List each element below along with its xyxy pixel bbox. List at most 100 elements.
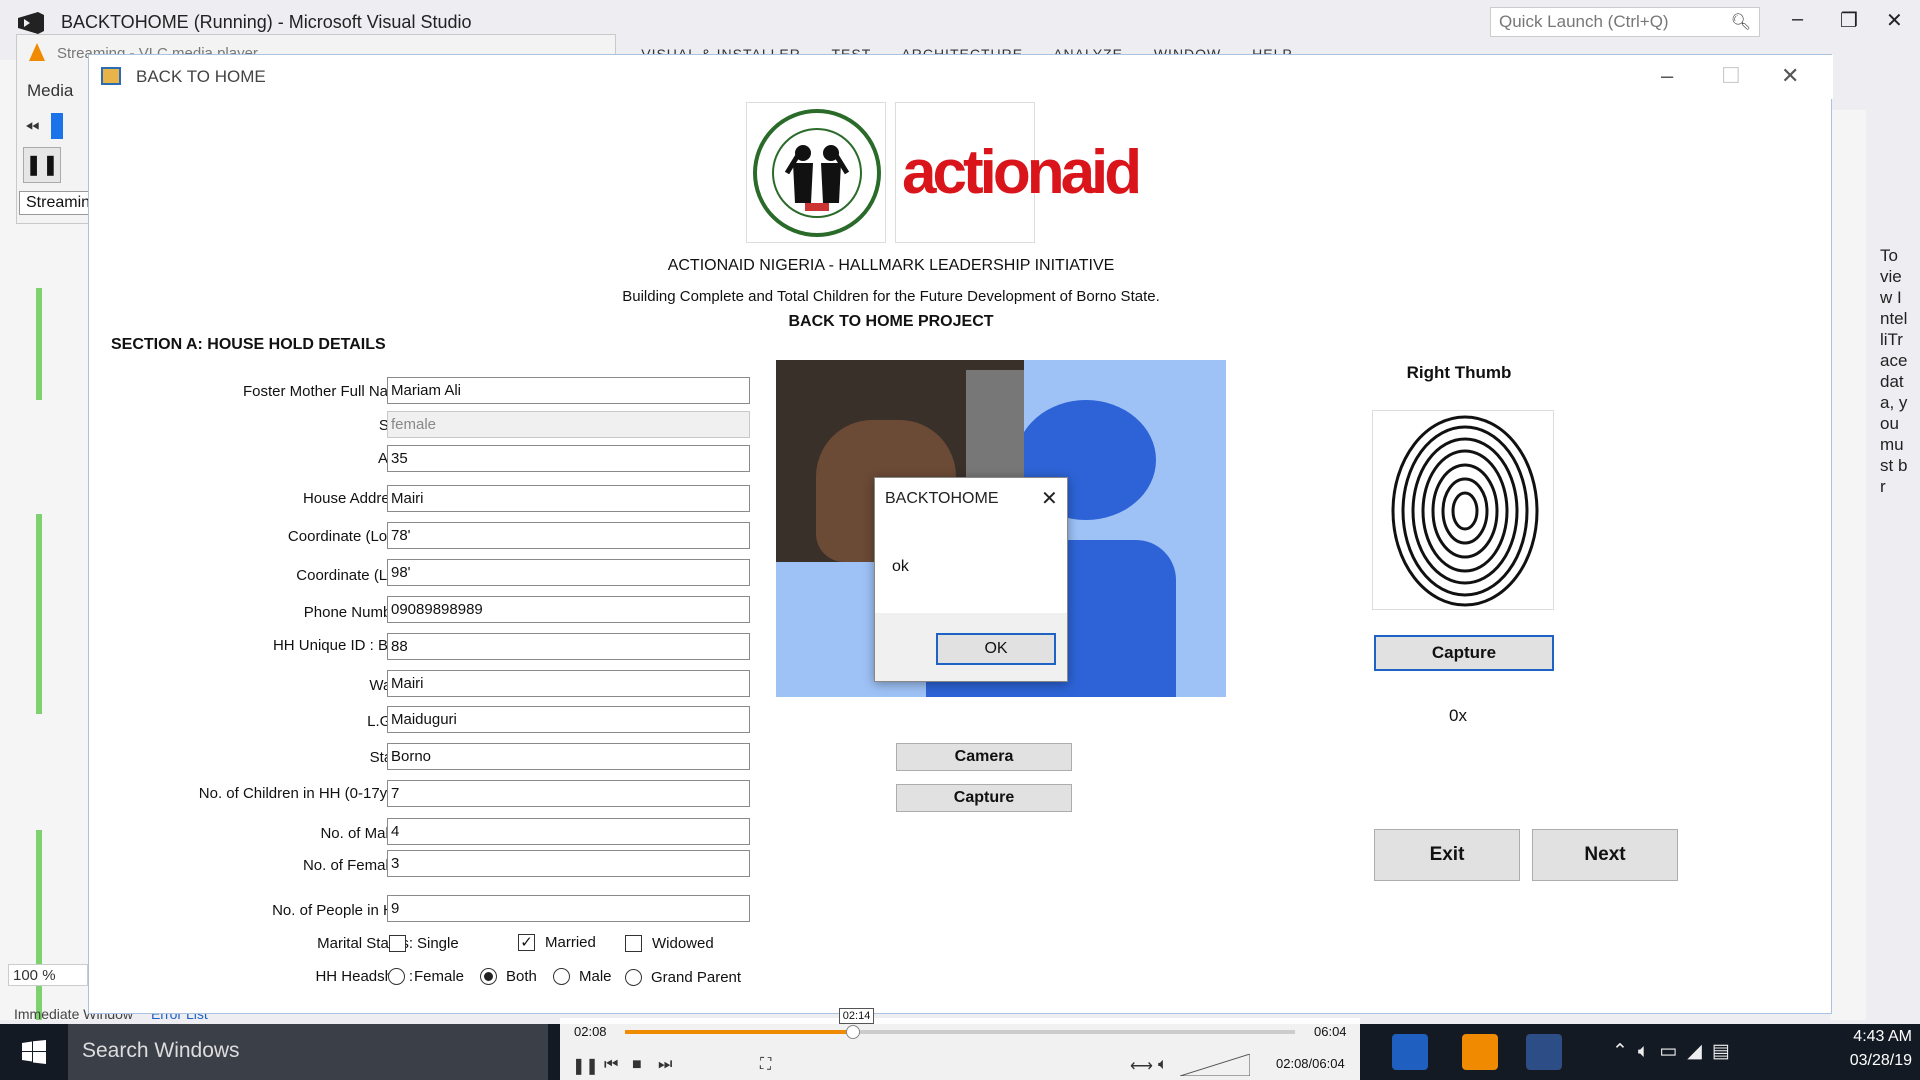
previous-icon[interactable]: ⏮︎ [604, 1056, 618, 1074]
close-icon[interactable]: ✕ [1886, 8, 1903, 33]
system-tray: ⌃🔈︎▭◢▤ [1612, 1040, 1740, 1063]
vlc-current-time: 02:08 [574, 1024, 607, 1039]
capture-thumb-button[interactable]: Capture [1374, 635, 1554, 671]
single-checkbox[interactable] [389, 935, 406, 952]
app-icon[interactable] [1392, 1034, 1428, 1070]
vlc-seek-fill [625, 1030, 853, 1034]
both-label: Both [506, 968, 537, 985]
foster-mother-name-input[interactable]: Mariam Ali [387, 377, 750, 404]
state-input[interactable]: Borno [387, 743, 750, 770]
male-label: Male [579, 968, 612, 985]
app-icon[interactable] [1526, 1034, 1562, 1070]
vs-window-title: BACKTOHOME (Running) - Microsoft Visual … [61, 12, 472, 32]
vlc-total-time: 06:04 [1314, 1024, 1347, 1039]
volume-icon[interactable]: 🔈︎ [1158, 1056, 1168, 1074]
hh-unique-id-input[interactable]: 88 [387, 633, 750, 660]
form-titlebar: BACK TO HOME – ☐ ✕ [89, 55, 1833, 99]
notification-icon[interactable]: ▤ [1712, 1041, 1740, 1062]
next-icon[interactable]: ⏭︎ [658, 1056, 672, 1074]
married-label: Married [545, 934, 596, 951]
quick-launch-input[interactable]: Quick Launch (Ctrl+Q) 🔍︎ [1490, 7, 1760, 37]
children-count-label: No. of Children in HH (0-17yrs) : [198, 785, 413, 802]
fingerprint-image [1372, 410, 1554, 610]
chevron-up-icon[interactable]: ⌃ [1612, 1041, 1638, 1062]
next-button[interactable]: Next [1532, 829, 1678, 881]
message-box-title: BACKTOHOME [885, 490, 999, 507]
males-count-input[interactable]: 4 [387, 818, 750, 845]
restore-icon[interactable]: ❐ [1840, 8, 1858, 33]
vlc-elapsed-total: 02:08/06:04 [1276, 1056, 1345, 1071]
exit-button[interactable]: Exit [1374, 829, 1520, 881]
project-title: BACK TO HOME PROJECT [788, 313, 994, 330]
vlc-control-bar: 02:08 02:14 06:04 ❚❚ ⏮︎ ■ ⏭︎ ⛶ ⟷ 🔈︎ 02:0… [560, 1008, 1360, 1080]
widowed-checkbox[interactable] [625, 935, 642, 952]
search-icon: 🔍︎ [1730, 14, 1751, 31]
taskbar-search[interactable]: Search Windows [68, 1024, 548, 1080]
ward-input[interactable]: Mairi [387, 670, 750, 697]
fullscreen-icon[interactable]: ⛶ [760, 1056, 771, 1074]
right-thumb-title: Right Thumb [1406, 363, 1512, 382]
females-count-input[interactable]: 3 [387, 850, 750, 877]
thumb-status: 0x [1449, 706, 1467, 725]
children-count-input[interactable]: 7 [387, 780, 750, 807]
hallmark-logo [746, 102, 886, 243]
vlc-seek-bar[interactable]: 02:14 [625, 1008, 1295, 1039]
form-title: BACK TO HOME [136, 67, 266, 86]
coordinate-long-input[interactable]: 78' [387, 522, 750, 549]
widowed-label: Widowed [652, 935, 714, 952]
minimize-icon[interactable]: – [1661, 63, 1673, 89]
minimize-icon[interactable]: – [1792, 8, 1803, 31]
ok-button[interactable]: OK [936, 633, 1056, 665]
message-box: BACKTOHOME ✕ ok OK [874, 477, 1068, 682]
message-text: ok [892, 558, 909, 575]
pause-icon[interactable]: ❚❚ [572, 1056, 599, 1076]
fingerprint-icon [1391, 415, 1539, 607]
org-subtitle: Building Complete and Total Children for… [622, 288, 1160, 305]
change-bar [36, 830, 42, 1020]
vlc-media-menu[interactable]: Media [27, 81, 73, 101]
coordinate-lat-input[interactable]: 98' [387, 559, 750, 586]
visual-studio-logo-icon [18, 12, 44, 34]
pause-icon[interactable]: ❚❚ [23, 147, 61, 183]
maximize-icon: ☐ [1721, 63, 1741, 88]
wifi-icon[interactable]: ◢ [1687, 1041, 1712, 1062]
male-radio[interactable] [553, 968, 570, 985]
change-bar [36, 288, 42, 400]
org-title: ACTIONAID NIGERIA - HALLMARK LEADERSHIP … [667, 257, 1115, 274]
rewind-icon[interactable]: ⏪︎ [25, 117, 39, 138]
vlc-icon[interactable] [1462, 1034, 1498, 1070]
hallmark-seal-icon [753, 109, 881, 237]
married-checkbox[interactable]: ✓ [518, 934, 535, 951]
lga-input[interactable]: Maiduguri [387, 706, 750, 733]
volume-level[interactable] [51, 113, 63, 139]
zoom-select[interactable]: 100 % [8, 964, 88, 986]
section-title: SECTION A: HOUSE HOLD DETAILS [111, 336, 386, 353]
message-box-footer: OK [875, 613, 1067, 681]
people-count-input[interactable]: 9 [387, 895, 750, 922]
female-radio[interactable] [388, 968, 405, 985]
vlc-seek-tooltip: 02:14 [838, 1008, 875, 1024]
camera-button[interactable]: Camera [896, 743, 1072, 771]
extended-settings-icon[interactable]: ⟷ [1130, 1056, 1153, 1076]
change-bar [36, 514, 42, 714]
quick-launch-placeholder: Quick Launch (Ctrl+Q) [1499, 12, 1669, 31]
vlc-cone-icon [29, 43, 45, 61]
speaker-icon[interactable]: 🔈︎ [1638, 1041, 1659, 1062]
house-address-input[interactable]: Mairi [387, 485, 750, 512]
age-input[interactable]: 35 [387, 445, 750, 472]
battery-icon[interactable]: ▭ [1659, 1041, 1687, 1062]
intellitrace-tooltip: To view IntelliTrace data, you must br [1880, 246, 1908, 496]
actionaid-logo: actionaid [895, 102, 1142, 243]
volume-slider[interactable] [1180, 1054, 1250, 1076]
capture-photo-button[interactable]: Capture [896, 784, 1072, 812]
grand-parent-radio[interactable] [625, 969, 642, 986]
vlc-seek-handle[interactable] [845, 1025, 860, 1039]
both-radio[interactable] [480, 968, 497, 985]
stop-icon[interactable]: ■ [632, 1056, 642, 1074]
close-icon[interactable]: ✕ [1041, 486, 1058, 511]
sex-input: female [387, 411, 750, 438]
close-icon[interactable]: ✕ [1781, 63, 1799, 89]
windows-start-icon[interactable] [22, 1040, 46, 1064]
clock-time: 4:43 AM [1853, 1028, 1912, 1045]
phone-number-input[interactable]: 09089898989 [387, 596, 750, 623]
